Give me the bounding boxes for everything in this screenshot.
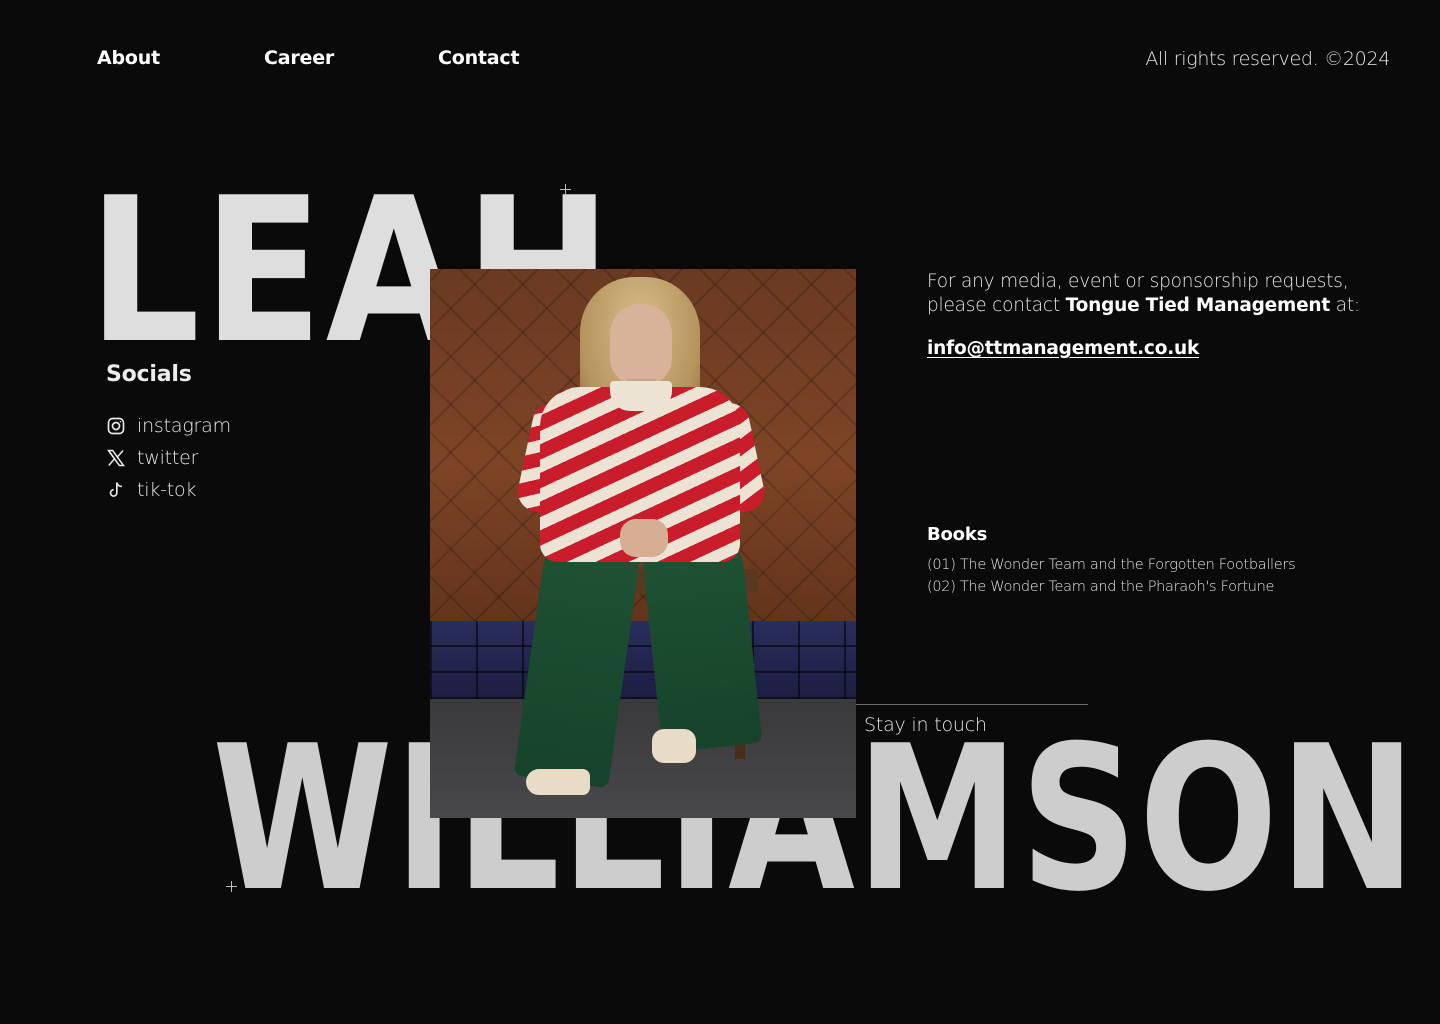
books-heading: Books [927,524,988,545]
book-item: (01) The Wonder Team and the Forgotten F… [927,557,1296,573]
photo-wall-tiles [430,621,856,699]
social-link-tiktok[interactable]: tik-tok [106,474,231,506]
nav-link-career[interactable]: Career [264,47,334,69]
book-item: (02) The Wonder Team and the Pharaoh's F… [927,579,1275,595]
photo-shoe-left [526,769,590,795]
social-label: tik-tok [137,479,197,501]
contact-email-link[interactable]: info@ttmanagement.co.uk [927,338,1199,359]
portrait-photo [430,269,856,818]
social-link-instagram[interactable]: instagram [106,410,231,442]
photo-face [610,304,672,386]
divider [856,704,1088,705]
photo-leg-right [640,528,763,754]
contact-line-2-prefix: please contact [927,295,1066,316]
instagram-icon [106,416,126,436]
social-label: instagram [137,415,231,437]
photo-collar [610,381,672,411]
copyright-text: All rights reserved. ©2024 [1145,48,1390,70]
socials-list: instagram twitter tik-tok [106,410,231,506]
contact-description: For any media, event or sponsorship requ… [927,270,1367,318]
nav-link-contact[interactable]: Contact [438,47,520,69]
plus-marker-icon [226,881,237,892]
stay-in-touch-text: Stay in touch [864,714,987,736]
nav-link-about[interactable]: About [97,47,160,69]
photo-floor [430,699,856,818]
social-link-twitter[interactable]: twitter [106,442,231,474]
photo-hands [620,519,668,557]
contact-line-2-suffix: at: [1330,295,1360,316]
page: About Career Contact All rights reserved… [0,0,1440,1024]
agency-name: Tongue Tied Management [1065,295,1331,316]
photo-shoe-right [652,729,696,763]
socials-heading: Socials [106,362,192,387]
social-label: twitter [137,447,199,469]
books-list: (01) The Wonder Team and the Forgotten F… [927,554,1296,598]
tiktok-icon [106,480,126,500]
x-twitter-icon [106,448,126,468]
contact-line-1: For any media, event or sponsorship requ… [927,271,1349,292]
plus-marker-icon [560,184,571,195]
